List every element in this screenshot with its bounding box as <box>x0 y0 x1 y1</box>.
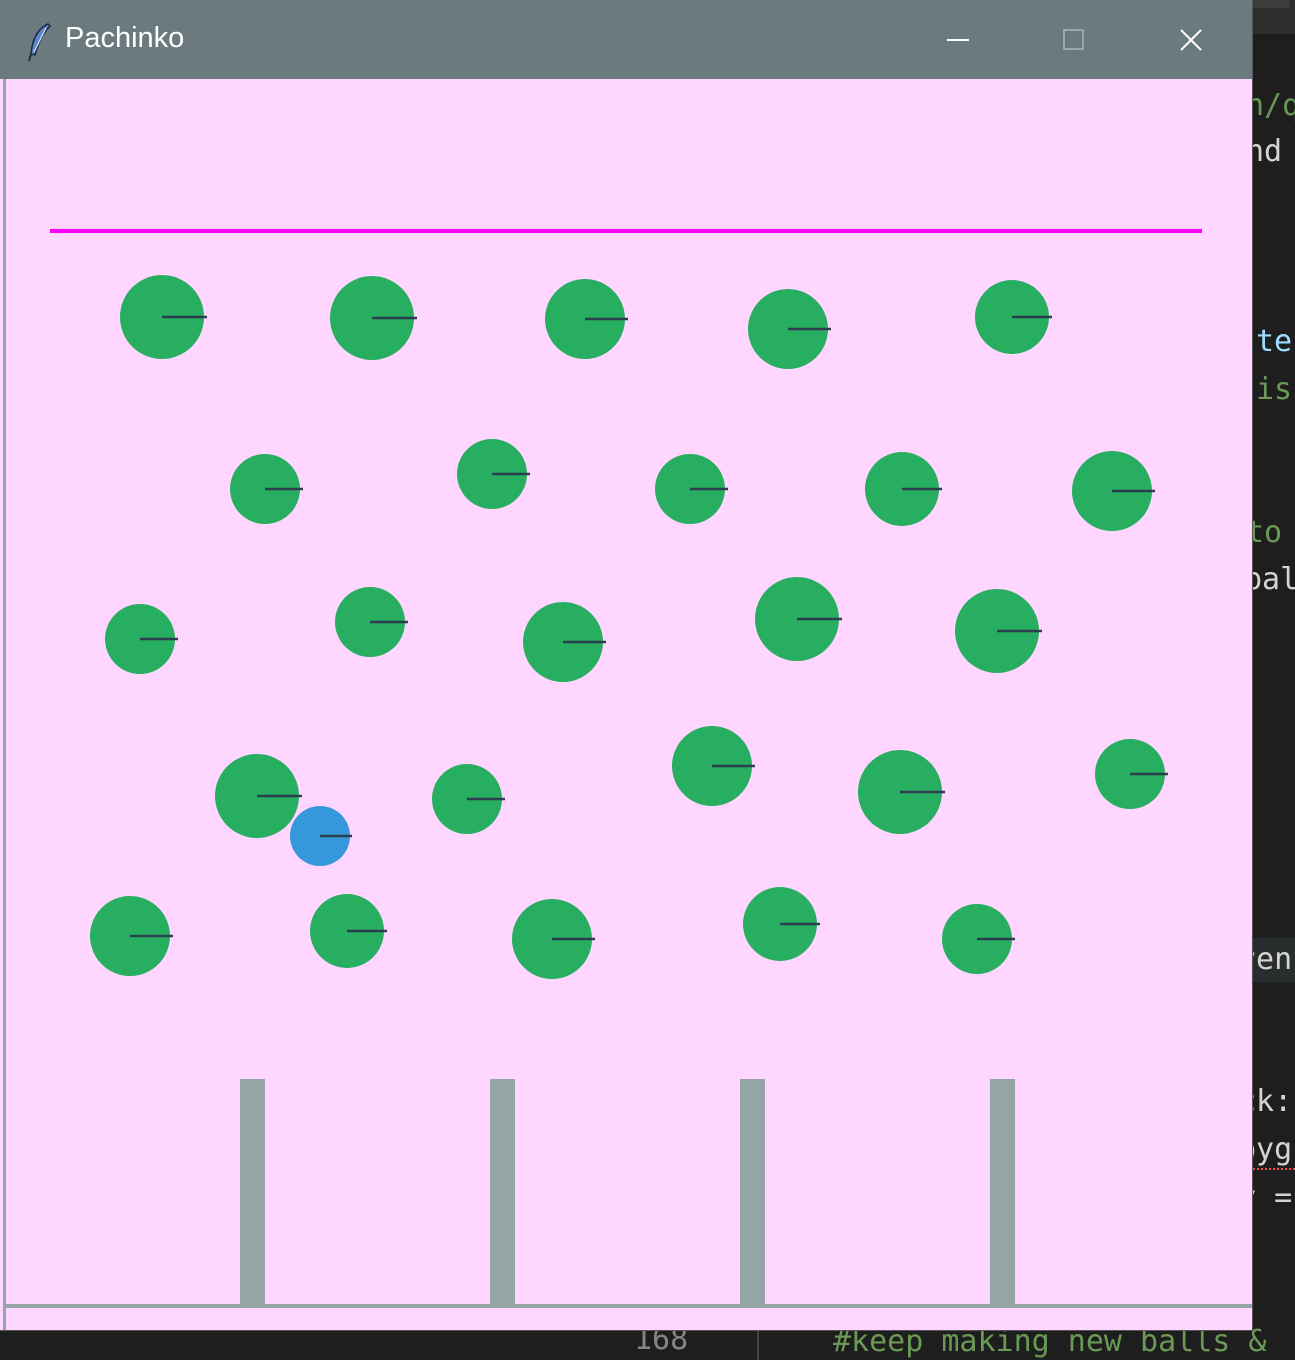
code-fragment[interactable]: n/q <box>1246 88 1295 124</box>
left-wall <box>3 79 6 1330</box>
maximize-button[interactable] <box>1016 0 1132 79</box>
game-canvas[interactable] <box>0 79 1252 1330</box>
minimize-button[interactable] <box>900 0 1016 79</box>
slot-divider <box>990 1079 1015 1306</box>
floor <box>3 1304 1252 1308</box>
window-title: Pachinko <box>65 22 185 54</box>
feather-icon <box>28 23 52 62</box>
slot-divider <box>740 1079 765 1306</box>
slot-divider <box>240 1079 265 1306</box>
close-icon <box>1180 28 1202 51</box>
game-board[interactable] <box>0 79 1252 1330</box>
minimize-icon <box>947 38 969 41</box>
error-squiggle <box>1250 1160 1295 1170</box>
gutter-separator <box>757 1330 759 1360</box>
maximize-icon <box>1063 28 1084 50</box>
title-bar[interactable]: Pachinko <box>0 0 1252 79</box>
screen: n/q nd te is to bal ven ck: pyg y = 168 … <box>0 0 1295 1360</box>
pachinko-window: Pachinko <box>0 0 1252 1330</box>
slot-divider <box>490 1079 515 1306</box>
close-button[interactable] <box>1133 0 1249 79</box>
code-fragment[interactable]: is <box>1256 372 1292 408</box>
code-fragment[interactable]: te <box>1256 324 1292 360</box>
